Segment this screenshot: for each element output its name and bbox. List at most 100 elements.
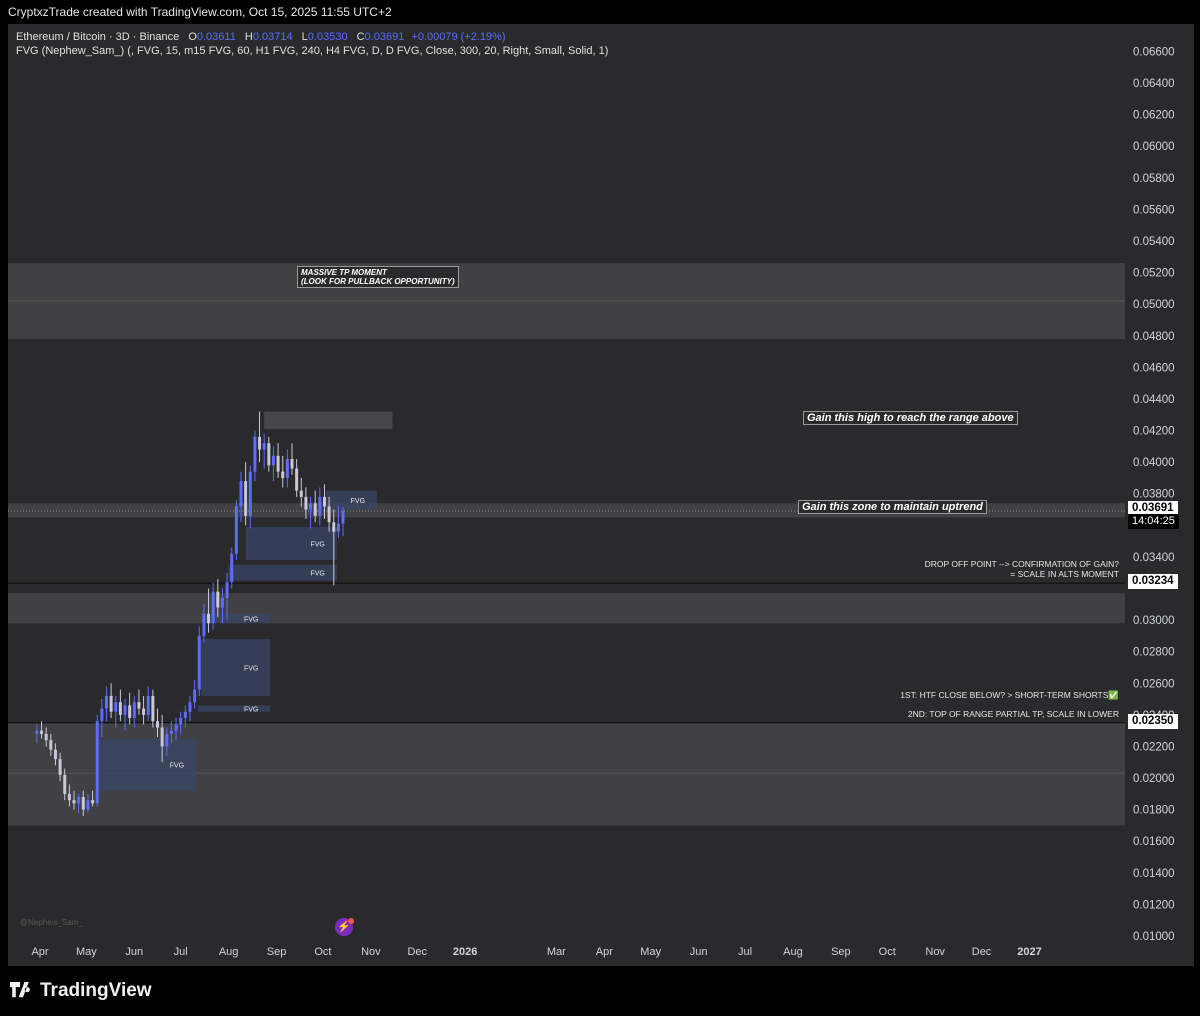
massive-tp-annotation[interactable]: MASSIVE TP MOMENT (LOOK FOR PULLBACK OPP… — [297, 266, 459, 288]
second-note-annotation[interactable]: 2ND: TOP OF RANGE PARTIAL TP, SCALE IN L… — [908, 709, 1119, 719]
notification-dot-icon — [348, 918, 354, 924]
candle-body-7 — [67, 793, 71, 801]
candle-body-12 — [91, 800, 95, 804]
candle-body-30 — [174, 724, 178, 731]
candle-body-16 — [109, 695, 113, 712]
y-tick-label-23: 0.01600 — [1133, 836, 1175, 848]
fvg-box-4 — [200, 639, 271, 696]
candle-body-11 — [86, 800, 90, 810]
candle-body-35 — [197, 635, 201, 690]
x-tick-label-8: Dec — [407, 946, 427, 958]
legend-symbol[interactable]: Ethereum / Bitcoin · 3D · Binance — [16, 31, 179, 43]
legend-indicator[interactable]: FVG (Nephew_Sam_) (, FVG, 15, m15 FVG, 6… — [16, 45, 608, 57]
candle-body-8 — [72, 800, 76, 804]
y-tick-label-13: 0.04000 — [1133, 457, 1175, 469]
candle-body-53 — [281, 471, 285, 478]
x-tick-label-14: Jul — [738, 946, 752, 958]
y-tick-label-0: 0.06600 — [1133, 46, 1175, 58]
candle-body-17 — [114, 702, 118, 712]
fvg-label-2: FVG — [310, 571, 324, 578]
candle-body-22 — [137, 702, 141, 709]
candle-body-60 — [313, 503, 317, 516]
fvg-label-6: FVG — [170, 763, 184, 770]
candle-body-15 — [104, 695, 108, 709]
fvg-label-3: FVG — [244, 617, 258, 624]
high-zone — [264, 411, 393, 429]
x-axis[interactable]: Apr May Jun Jul Aug Sep Oct Nov Dec 2026 Mar Apr May… — [31, 946, 1041, 958]
x-tick-label-19: Dec — [972, 946, 992, 958]
candle-body-14 — [100, 708, 104, 722]
y-tick-label-9: 0.04800 — [1133, 331, 1175, 343]
gain-high-annotation[interactable]: Gain this high to reach the range above — [803, 411, 1018, 425]
first-note-annotation[interactable]: 1ST: HTF CLOSE BELOW? > SHORT-TERM SHORT… — [900, 690, 1119, 700]
x-tick-label-16: Sep — [831, 946, 851, 958]
candle-body-33 — [188, 702, 192, 712]
candle-body-20 — [128, 705, 132, 719]
x-tick-label-9: 2026 — [453, 946, 477, 958]
candle-body-18 — [118, 702, 122, 715]
drop-off-line1: DROP OFF POINT --> CONFIRMATION OF GAIN? — [924, 559, 1119, 569]
legend-high: 0.03714 — [252, 31, 293, 43]
candle-body-42 — [230, 553, 234, 583]
candle-body-40 — [220, 597, 224, 608]
legend-high-label: H — [244, 31, 253, 43]
x-tick-label-10: Mar — [547, 946, 566, 958]
range-top-tag: 0.02350 — [1128, 714, 1178, 729]
candle-body-61 — [318, 496, 322, 516]
candle-body-10 — [81, 797, 85, 810]
gain-zone-annotation[interactable]: Gain this zone to maintain uptrend — [798, 500, 987, 514]
candle-body-41 — [225, 582, 229, 598]
x-tick-label-15: Aug — [783, 946, 803, 958]
x-tick-label-3: Jul — [174, 946, 188, 958]
candle-body-28 — [165, 733, 169, 747]
candle-body-29 — [169, 730, 173, 734]
candle-body-47 — [253, 436, 257, 472]
y-tick-label-11: 0.04400 — [1133, 394, 1175, 406]
x-tick-label-1: May — [76, 946, 97, 958]
drop-off-line2: = SCALE IN ALTS MOMENT — [1010, 569, 1119, 579]
legend-close-label: C — [356, 31, 365, 43]
author-watermark: @Nephew_Sam_ — [20, 918, 83, 927]
x-tick-label-4: Aug — [219, 946, 239, 958]
candle-body-34 — [193, 689, 197, 703]
legend-low: 0.03530 — [307, 31, 348, 43]
legend-ohlc: Ethereum / Bitcoin · 3D · Binance O0.036… — [16, 31, 506, 43]
tradingview-logo[interactable]: TradingView — [10, 980, 152, 1002]
y-tick-label-3: 0.06000 — [1133, 141, 1175, 153]
candle-body-66 — [341, 510, 345, 524]
candle-body-52 — [276, 455, 280, 472]
candle-body-36 — [202, 613, 206, 636]
candle-body-58 — [304, 496, 308, 510]
y-tick-label-1: 0.06400 — [1133, 78, 1175, 90]
candle-body-26 — [156, 721, 159, 728]
candle-body-23 — [142, 708, 146, 715]
x-tick-label-5: Sep — [267, 946, 287, 958]
candle-body-62 — [322, 496, 326, 507]
x-tick-label-2: Jun — [125, 946, 143, 958]
candle-body-31 — [179, 718, 183, 725]
x-tick-label-0: Apr — [31, 946, 48, 958]
candle-body-0 — [35, 730, 39, 734]
y-tick-label-26: 0.01000 — [1133, 931, 1175, 943]
y-tick-label-24: 0.01400 — [1133, 868, 1175, 880]
candle-body-44 — [239, 481, 243, 507]
fvg-label-0: FVG — [351, 498, 365, 505]
y-tick-label-15: 0.03400 — [1133, 552, 1175, 564]
candle-body-63 — [327, 506, 331, 523]
candle-body-54 — [285, 458, 289, 478]
x-tick-label-6: Oct — [314, 946, 331, 958]
drop-off-annotation[interactable]: DROP OFF POINT --> CONFIRMATION OF GAIN?… — [925, 559, 1119, 579]
y-tick-label-14: 0.03800 — [1133, 489, 1175, 501]
x-tick-label-17: Oct — [879, 946, 896, 958]
candle-body-37 — [207, 613, 211, 624]
candle-body-1 — [40, 730, 44, 734]
fvg-box-5 — [197, 705, 271, 712]
chart-canvas[interactable]: FVGFVGFVGFVGFVGFVGFVG 0.066000.064000.06… — [8, 24, 1194, 966]
drop-level-tag: 0.03234 — [1128, 574, 1178, 589]
brand-name: TradingView — [40, 980, 152, 1001]
y-axis[interactable]: 0.06600 0.06400 0.06200 0.06000 0.05800 0.056… — [1133, 46, 1175, 943]
legend-change: +0.00079 (+2.19%) — [411, 31, 506, 43]
candle-body-43 — [234, 506, 238, 554]
attribution-text: CryptxzTrade created with TradingView.co… — [8, 5, 392, 19]
y-tick-label-7: 0.05200 — [1133, 268, 1175, 280]
